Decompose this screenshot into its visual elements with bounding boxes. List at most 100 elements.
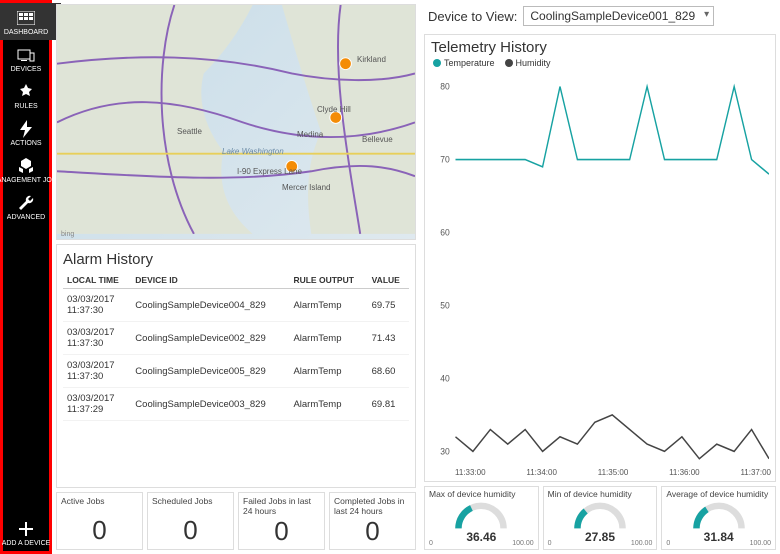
devices-icon <box>16 46 36 64</box>
gauge-card[interactable]: Average of device humidity31.840100.00 <box>661 486 776 550</box>
cell-value: 69.75 <box>368 289 409 322</box>
x-axis-labels: 11:33:0011:34:0011:35:0011:36:0011:37:00 <box>425 468 775 481</box>
alarm-title: Alarm History <box>63 251 409 268</box>
x-tick: 11:37:00 <box>740 468 771 477</box>
cell-rule: AlarmTemp <box>289 355 367 388</box>
legend-dot-temperature <box>433 59 441 67</box>
table-row[interactable]: 03/03/201711:37:29CoolingSampleDevice003… <box>63 388 409 421</box>
svg-text:80: 80 <box>440 81 450 91</box>
root: DASHBOARDDEVICESRULESACTIONSMANAGEMENT J… <box>0 0 780 554</box>
svg-text:60: 60 <box>440 227 450 237</box>
cell-time: 03/03/201711:37:30 <box>63 322 131 355</box>
job-value: 0 <box>61 515 138 546</box>
job-card-failed[interactable]: Failed Jobs in last 24 hours 0 <box>238 492 325 550</box>
jobs-row: Active Jobs 0 Scheduled Jobs 0 Failed Jo… <box>56 492 416 550</box>
gauge-card[interactable]: Min of device humidity27.850100.00 <box>543 486 658 550</box>
device-select[interactable]: CoolingSampleDevice001_829 <box>523 6 714 26</box>
device-header: Device to View: CoolingSampleDevice001_8… <box>424 4 776 30</box>
alarm-th-rule[interactable]: RULE OUTPUT <box>289 272 367 289</box>
job-value: 0 <box>152 515 229 546</box>
svg-text:70: 70 <box>440 154 450 164</box>
device-label: Device to View: <box>428 9 517 24</box>
legend-label: Temperature <box>444 58 495 68</box>
map-label-medina: Medina <box>297 130 323 139</box>
alarm-th-time[interactable]: LOCAL TIME <box>63 272 131 289</box>
legend-temperature[interactable]: Temperature <box>433 58 495 68</box>
job-card-completed[interactable]: Completed Jobs in last 24 hours 0 <box>329 492 416 550</box>
sidebar-item-label: DEVICES <box>11 66 42 73</box>
sidebar-item-label: DASHBOARD <box>4 29 48 36</box>
cell-device: CoolingSampleDevice003_829 <box>131 388 289 421</box>
gauges-row: Max of device humidity36.460100.00Min of… <box>424 486 776 550</box>
legend: Temperature Humidity <box>425 56 775 70</box>
map-provider: bing <box>61 231 74 238</box>
legend-label: Humidity <box>516 58 551 68</box>
legend-humidity[interactable]: Humidity <box>505 58 551 68</box>
cubes-icon <box>16 157 36 175</box>
svg-text:40: 40 <box>440 373 450 383</box>
cell-rule: AlarmTemp <box>289 289 367 322</box>
right-column: Device to View: CoolingSampleDevice001_8… <box>420 0 780 554</box>
gauge-min: 0 <box>429 540 433 547</box>
job-title: Failed Jobs in last 24 hours <box>243 496 320 516</box>
cell-time: 03/03/201711:37:30 <box>63 289 131 322</box>
gauge-title: Average of device humidity <box>666 489 771 499</box>
svg-text:30: 30 <box>440 446 450 456</box>
left-column: Seattle Bellevue Mercer Island Kirkland … <box>52 0 420 554</box>
cell-device: CoolingSampleDevice004_829 <box>131 289 289 322</box>
sidebar-item-label: RULES <box>14 103 37 110</box>
x-tick: 11:34:00 <box>526 468 557 477</box>
job-value: 0 <box>334 516 411 547</box>
map-label-kirkland: Kirkland <box>357 55 386 64</box>
main: Seattle Bellevue Mercer Island Kirkland … <box>52 0 780 554</box>
gauge-title: Min of device humidity <box>548 489 653 499</box>
map-label-lake: Lake Washington <box>222 147 284 156</box>
telemetry-title: Telemetry History <box>425 35 775 56</box>
job-title: Active Jobs <box>61 496 138 506</box>
map-label-mercer: Mercer Island <box>282 183 330 192</box>
map-label-clyde: Clyde Hill <box>317 105 351 114</box>
grid-icon <box>16 9 36 27</box>
cell-rule: AlarmTemp <box>289 322 367 355</box>
job-title: Completed Jobs in last 24 hours <box>334 496 411 516</box>
sidebar-add-device[interactable]: ADD A DEVICE <box>3 514 49 551</box>
cell-time: 03/03/201711:37:29 <box>63 388 131 421</box>
sidebar-item-label: ADVANCED <box>7 214 45 221</box>
job-value: 0 <box>243 516 320 547</box>
gauge-min: 0 <box>548 540 552 547</box>
cell-rule: AlarmTemp <box>289 388 367 421</box>
legend-dot-humidity <box>505 59 513 67</box>
map-label-express: I-90 Express Lane <box>237 167 302 176</box>
job-card-scheduled[interactable]: Scheduled Jobs 0 <box>147 492 234 550</box>
cell-value: 69.81 <box>368 388 409 421</box>
alarm-th-value[interactable]: VALUE <box>368 272 409 289</box>
map-label-bellevue: Bellevue <box>362 135 393 144</box>
gauge-max: 100.00 <box>750 540 771 547</box>
chart-area[interactable]: 30 40 50 60 70 80 <box>427 72 769 466</box>
table-row[interactable]: 03/03/201711:37:30CoolingSampleDevice002… <box>63 322 409 355</box>
gauge-max: 100.00 <box>631 540 652 547</box>
plus-icon <box>16 520 36 538</box>
alarm-history-panel: Alarm History LOCAL TIME DEVICE ID RULE … <box>56 244 416 488</box>
rules-icon <box>16 83 36 101</box>
job-card-active[interactable]: Active Jobs 0 <box>56 492 143 550</box>
bolt-icon <box>16 120 36 138</box>
svg-text:50: 50 <box>440 300 450 310</box>
gauge-title: Max of device humidity <box>429 489 534 499</box>
alarm-th-device[interactable]: DEVICE ID <box>131 272 289 289</box>
x-tick: 11:35:00 <box>598 468 629 477</box>
cell-device: CoolingSampleDevice002_829 <box>131 322 289 355</box>
x-tick: 11:33:00 <box>455 468 486 477</box>
gauge-card[interactable]: Max of device humidity36.460100.00 <box>424 486 539 550</box>
sidebar: DASHBOARDDEVICESRULESACTIONSMANAGEMENT J… <box>0 0 52 554</box>
cell-time: 03/03/201711:37:30 <box>63 355 131 388</box>
map-panel[interactable]: Seattle Bellevue Mercer Island Kirkland … <box>56 4 416 240</box>
cell-device: CoolingSampleDevice005_829 <box>131 355 289 388</box>
alarm-table: LOCAL TIME DEVICE ID RULE OUTPUT VALUE 0… <box>63 272 409 421</box>
telemetry-panel: Telemetry History Temperature Humidity 3… <box>424 34 776 482</box>
wrench-icon <box>16 194 36 212</box>
table-row[interactable]: 03/03/201711:37:30CoolingSampleDevice004… <box>63 289 409 322</box>
table-row[interactable]: 03/03/201711:37:30CoolingSampleDevice005… <box>63 355 409 388</box>
gauge-max: 100.00 <box>512 540 533 547</box>
gauge-min: 0 <box>666 540 670 547</box>
